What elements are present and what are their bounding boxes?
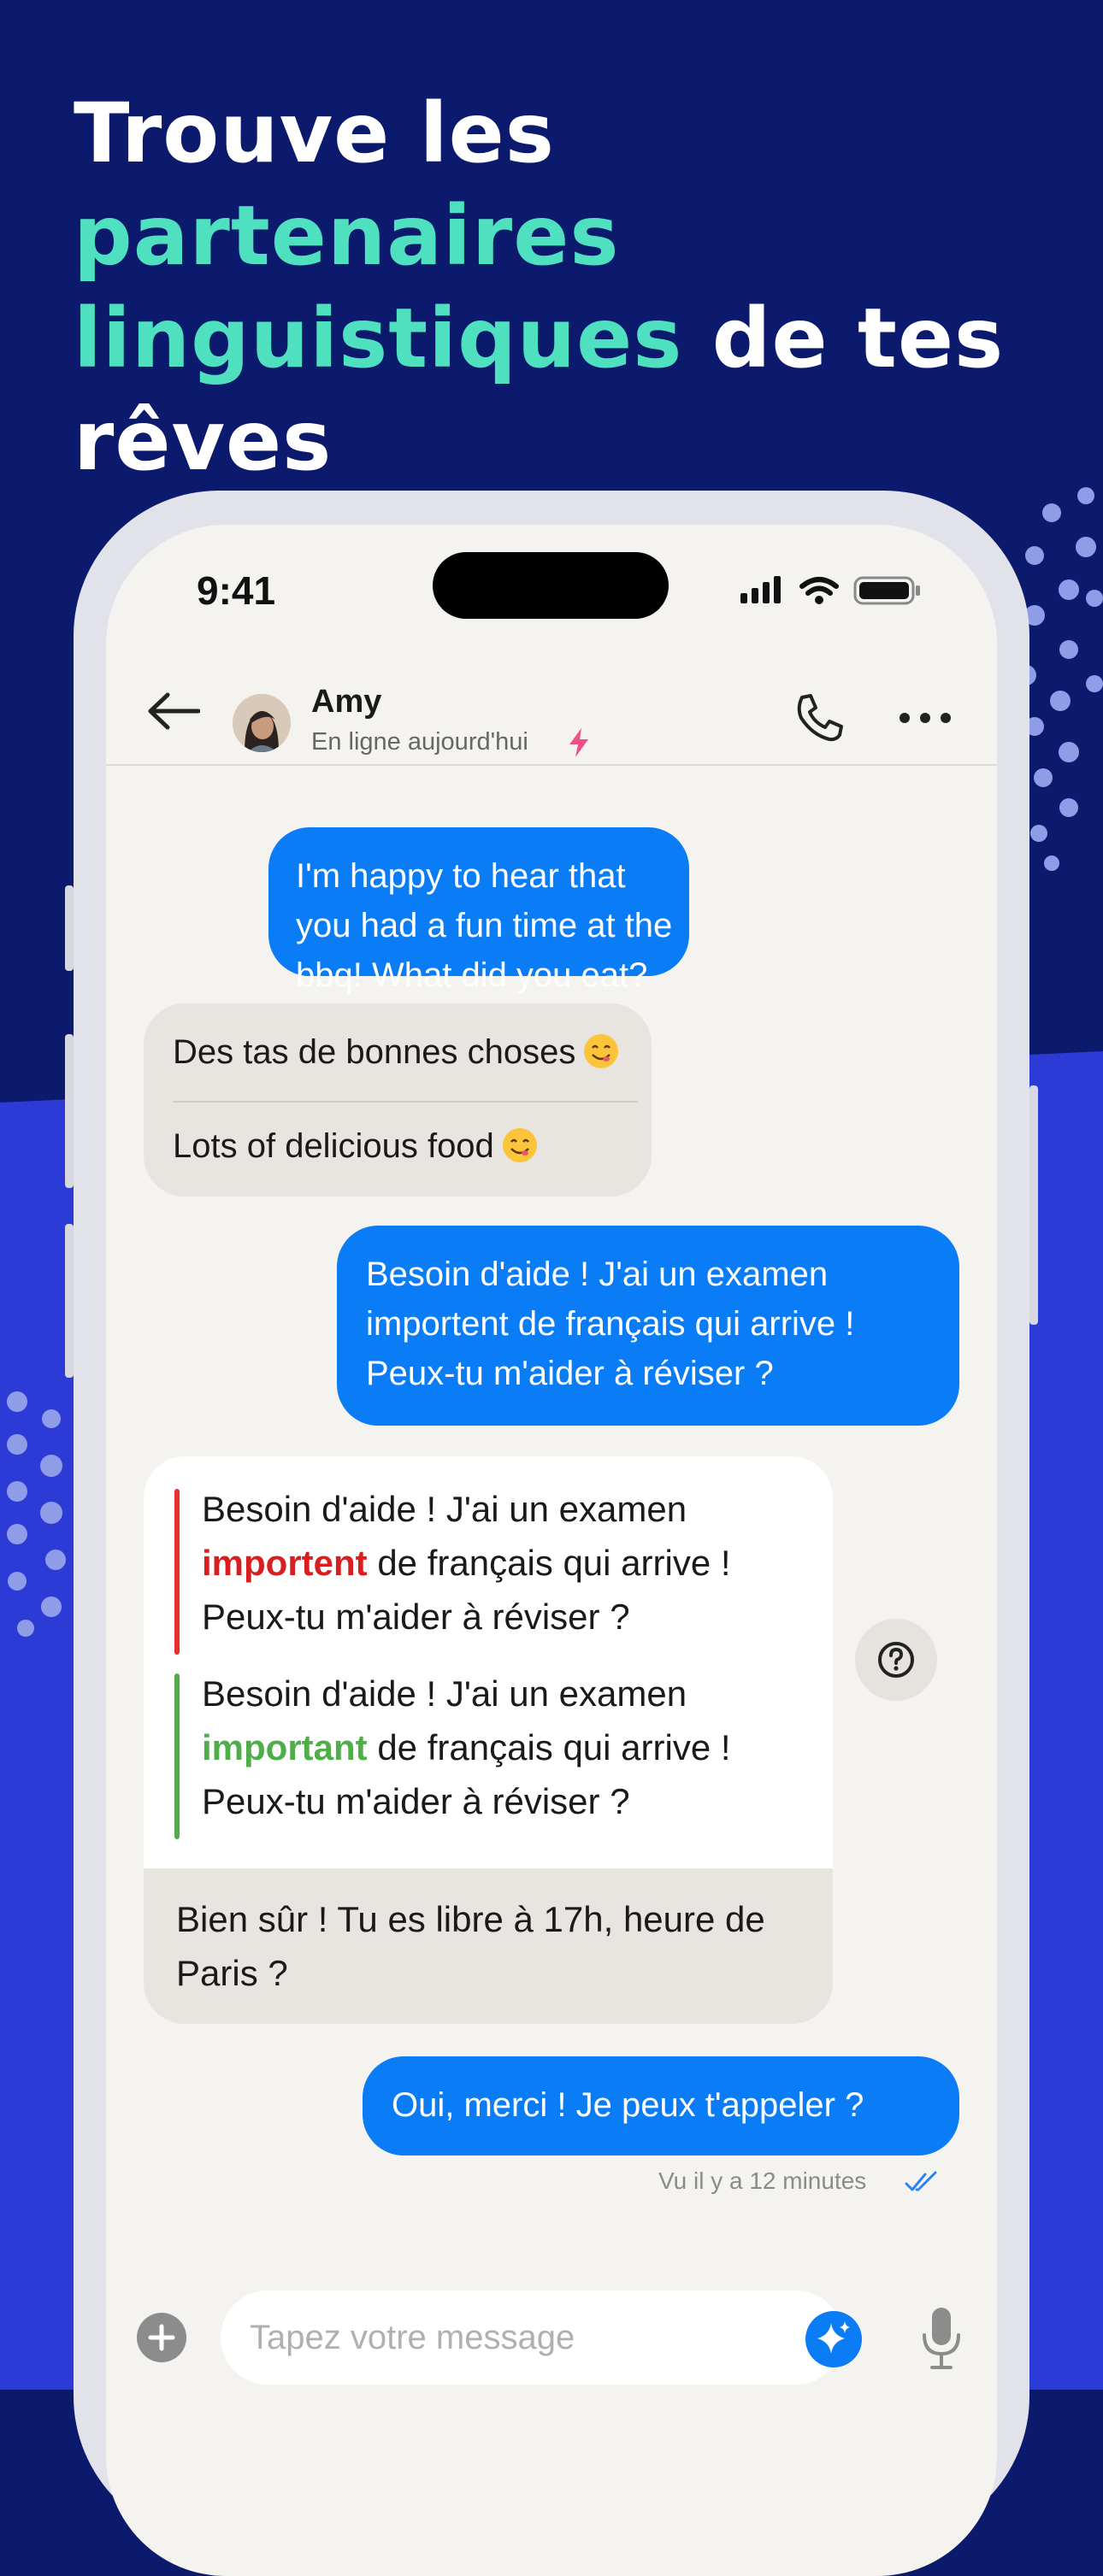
original-sentence: Besoin d'aide ! J'ai un examen importent… xyxy=(202,1482,817,1644)
phone-screen: 9:41 Amy En ligne aujourd'hui I'm happy … xyxy=(106,525,997,2576)
error-word: importent xyxy=(202,1543,368,1583)
headline: Trouve les partenaires linguistiques de … xyxy=(74,82,1065,492)
message-bubble-outgoing[interactable]: Besoin d'aide ! J'ai un examen importent… xyxy=(337,1226,959,1426)
dynamic-island xyxy=(433,552,669,619)
sparkle-icon[interactable] xyxy=(805,2311,862,2367)
message-text: Oui, merci ! Je peux t'appeler ? xyxy=(392,2086,864,2124)
message-original: Des tas de bonnes choses xyxy=(173,1027,620,1077)
status-icons xyxy=(740,576,920,605)
message-text: I'm happy to hear that you had a fun tim… xyxy=(296,857,673,994)
side-button-silent xyxy=(65,885,74,971)
read-receipt: Vu il y a 12 minutes xyxy=(658,2167,867,2194)
correction-message-card[interactable]: Besoin d'aide ! J'ai un examen importent… xyxy=(144,1456,833,2024)
question-circle-icon xyxy=(878,1642,914,1678)
headline-accent2: linguistiques xyxy=(74,291,683,386)
message-composer xyxy=(106,2260,997,2431)
side-button-power xyxy=(1029,1085,1038,1325)
status-time: 9:41 xyxy=(197,568,276,613)
error-indicator-bar xyxy=(174,1489,180,1655)
message-text: Besoin d'aide ! J'ai un examen importent… xyxy=(366,1256,855,1392)
microphone-icon[interactable] xyxy=(920,2306,963,2371)
avatar[interactable] xyxy=(233,694,291,752)
correct-indicator-bar xyxy=(174,1673,180,1839)
side-button-volume-up xyxy=(65,1034,74,1188)
more-horizontal-icon[interactable] xyxy=(898,703,953,733)
cellular-signal-icon xyxy=(740,576,781,603)
plus-circle-icon[interactable] xyxy=(137,2313,186,2362)
headline-part1: Trouve les xyxy=(74,85,555,181)
message-bubble-incoming-translated[interactable]: Des tas de bonnes choses Lots of delicio… xyxy=(144,1003,652,1197)
chat-header: Amy En ligne aujourd'hui xyxy=(106,644,997,766)
contact-status: En ligne aujourd'hui xyxy=(311,728,528,756)
translation-text: Lots of delicious food xyxy=(173,1127,494,1165)
translation-divider xyxy=(173,1101,638,1103)
message-bubble-outgoing[interactable]: Oui, merci ! Je peux t'appeler ? xyxy=(363,2056,959,2155)
double-check-icon xyxy=(905,2171,937,2191)
yum-emoji-icon xyxy=(584,1034,619,1068)
help-button[interactable] xyxy=(855,1619,937,1701)
contact-name[interactable]: Amy xyxy=(311,684,381,720)
reply-text: Bien sûr ! Tu es libre à 17h, heure de P… xyxy=(176,1899,765,1993)
message-text: Des tas de bonnes choses xyxy=(173,1033,576,1071)
headline-accent1: partenaires xyxy=(74,188,620,284)
corrected-word: important xyxy=(202,1727,368,1767)
phone-icon[interactable] xyxy=(793,692,845,744)
arrow-left-icon[interactable] xyxy=(147,692,200,730)
message-translation: Lots of delicious food xyxy=(173,1121,539,1171)
bolt-icon xyxy=(569,728,588,757)
yum-emoji-icon xyxy=(502,1128,537,1162)
message-input[interactable] xyxy=(221,2291,843,2385)
side-button-volume-down xyxy=(65,1224,74,1378)
status-bar: 9:41 xyxy=(106,525,997,644)
correction-panel: Besoin d'aide ! J'ai un examen importent… xyxy=(144,1456,833,1868)
original-text-before: Besoin d'aide ! J'ai un examen xyxy=(202,1489,687,1529)
message-bubble-outgoing[interactable]: I'm happy to hear that you had a fun tim… xyxy=(268,827,689,994)
wifi-icon xyxy=(799,577,839,596)
corrected-sentence: Besoin d'aide ! J'ai un examen important… xyxy=(202,1667,817,1828)
corrected-text-before: Besoin d'aide ! J'ai un examen xyxy=(202,1673,687,1714)
battery-icon xyxy=(853,576,920,605)
